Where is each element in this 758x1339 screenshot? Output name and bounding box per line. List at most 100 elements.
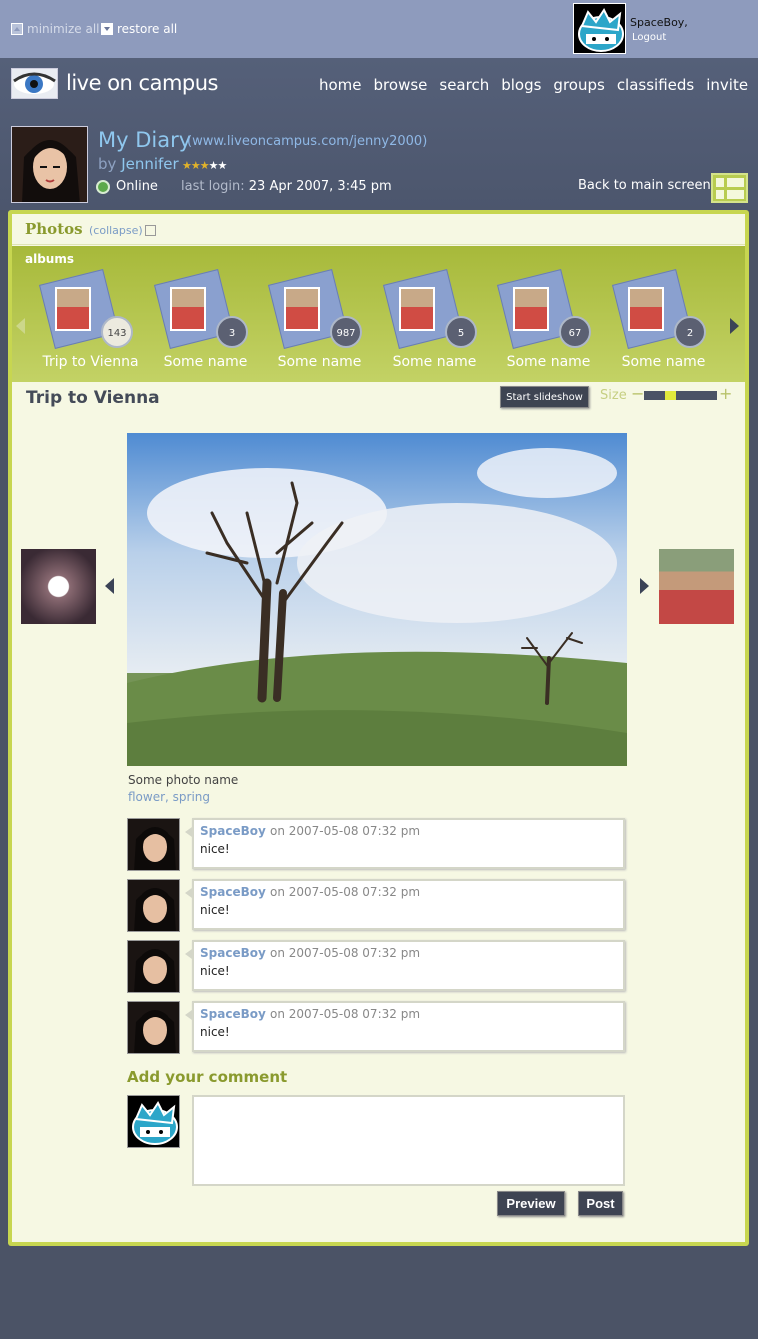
previous-photo-thumbnail[interactable] — [21, 549, 96, 624]
comment-bubble: SpaceBoy on 2007-05-08 07:32 pm nice! — [185, 940, 625, 991]
nav-search[interactable]: search — [439, 76, 489, 94]
author-name-link[interactable]: Jennifer — [121, 155, 179, 173]
logout-link[interactable]: Logout — [632, 32, 666, 43]
album-cover — [628, 287, 664, 331]
nav-groups[interactable]: groups — [553, 76, 604, 94]
album-item[interactable]: 987 Some name — [267, 268, 372, 378]
minimize-all-label: minimize all — [27, 22, 100, 36]
my-avatar — [127, 1095, 180, 1148]
rating-star-5: ★ — [217, 159, 228, 172]
comment-author-link[interactable]: SpaceBoy — [200, 824, 266, 838]
rating-star-4: ★ — [208, 159, 219, 172]
photos-panel: Photos (collapse) albums 143 Trip to Vie… — [8, 210, 749, 1246]
nav-classifieds[interactable]: classifieds — [617, 76, 694, 94]
back-to-main-link[interactable]: Back to main screen — [578, 178, 711, 193]
nav-blogs[interactable]: blogs — [501, 76, 541, 94]
rating-star-3: ★ — [199, 159, 210, 172]
album-cover — [399, 287, 435, 331]
tag-link[interactable]: flower — [128, 790, 165, 804]
post-button[interactable]: Post — [578, 1191, 623, 1216]
comment-author-link[interactable]: SpaceBoy — [200, 946, 266, 960]
album-count-badge: 2 — [674, 316, 706, 348]
photos-panel-body: Photos (collapse) albums 143 Trip to Vie… — [12, 214, 745, 1242]
diary-url-link[interactable]: (www.liveoncampus.com/jenny2000) — [187, 134, 427, 149]
size-increase-button[interactable]: + — [719, 384, 732, 403]
comment-avatar[interactable] — [127, 879, 180, 932]
previous-photo-arrow-icon[interactable] — [105, 578, 114, 594]
album-name: Some name — [163, 354, 248, 370]
comment-date: on 2007-05-08 07:32 pm — [269, 824, 421, 838]
restore-all-label: restore all — [117, 22, 178, 36]
album-item[interactable]: 5 Some name — [382, 268, 487, 378]
nav-home[interactable]: home — [319, 76, 362, 94]
comment-text: nice! — [200, 903, 230, 917]
brand-name[interactable]: live on campus — [66, 71, 218, 95]
album-item[interactable]: 143 Trip to Vienna — [38, 268, 143, 378]
comment-textarea[interactable] — [192, 1095, 625, 1186]
comment-author-link[interactable]: SpaceBoy — [200, 1007, 266, 1021]
last-login-label: last login: — [181, 179, 245, 194]
album-count-badge: 143 — [101, 316, 133, 348]
minimize-all-button[interactable]: minimize all — [11, 22, 100, 36]
online-status: Online — [116, 179, 158, 194]
eye-logo-icon[interactable] — [11, 68, 58, 99]
author-byline: by Jennifer — [98, 155, 179, 173]
size-slider-handle[interactable] — [665, 391, 676, 400]
albums-prev-arrow-icon[interactable] — [16, 318, 25, 334]
comment-item: SpaceBoy on 2007-05-08 07:32 pm nice! — [127, 879, 625, 932]
restore-all-button[interactable]: restore all — [101, 22, 177, 36]
add-comment-heading: Add your comment — [127, 1068, 288, 1086]
album-count-badge: 3 — [216, 316, 248, 348]
next-photo-thumbnail[interactable] — [659, 549, 734, 624]
profile-avatar[interactable] — [11, 126, 88, 203]
current-username: SpaceBoy, — [630, 16, 688, 29]
comment-bubble: SpaceBoy on 2007-05-08 07:32 pm nice! — [185, 879, 625, 930]
album-count-badge: 5 — [445, 316, 477, 348]
photos-title: Photos — [25, 220, 83, 238]
photos-header: Photos (collapse) — [12, 214, 745, 245]
nav-invite[interactable]: invite — [706, 76, 748, 94]
online-status-icon — [96, 180, 110, 194]
collapse-icon[interactable] — [145, 225, 156, 236]
current-user-avatar[interactable] — [573, 3, 626, 54]
comment-avatar[interactable] — [127, 818, 180, 871]
main-photo[interactable] — [127, 433, 627, 766]
comment-avatar[interactable] — [127, 1001, 180, 1054]
comment-item: SpaceBoy on 2007-05-08 07:32 pm nice! — [127, 818, 625, 871]
rating-star-2: ★ — [190, 159, 201, 172]
minimize-icon — [11, 23, 23, 35]
top-bar: minimize all restore all SpaceBoy, Logou… — [0, 0, 758, 58]
albums-next-arrow-icon[interactable] — [730, 318, 739, 334]
layout-grid-icon[interactable] — [711, 173, 748, 203]
size-slider[interactable] — [644, 391, 717, 400]
album-name: Some name — [392, 354, 477, 370]
album-name: Some name — [277, 354, 362, 370]
comment-author-link[interactable]: SpaceBoy — [200, 885, 266, 899]
comment-bubble: SpaceBoy on 2007-05-08 07:32 pm nice! — [185, 818, 625, 869]
comment-header: SpaceBoy on 2007-05-08 07:32 pm — [200, 946, 420, 960]
last-login: last login: 23 Apr 2007, 3:45 pm — [181, 179, 392, 194]
comment-header: SpaceBoy on 2007-05-08 07:32 pm — [200, 1007, 420, 1021]
album-name: Trip to Vienna — [42, 354, 139, 370]
diary-title: My Diary — [98, 128, 192, 152]
comment-text: nice! — [200, 842, 230, 856]
tag-link[interactable]: spring — [173, 790, 210, 804]
next-photo-arrow-icon[interactable] — [640, 578, 649, 594]
album-item[interactable]: 3 Some name — [153, 268, 258, 378]
start-slideshow-button[interactable]: Start slideshow — [500, 386, 589, 408]
photo-tags: flower, spring — [128, 790, 210, 804]
album-item[interactable]: 67 Some name — [496, 268, 601, 378]
tag-separator: , — [165, 790, 173, 804]
comment-avatar[interactable] — [127, 940, 180, 993]
album-name: Some name — [506, 354, 591, 370]
rating-stars: ★★★★★ — [182, 159, 228, 172]
comment-header: SpaceBoy on 2007-05-08 07:32 pm — [200, 885, 420, 899]
collapse-link[interactable]: (collapse) — [89, 224, 143, 237]
last-login-value: 23 Apr 2007, 3:45 pm — [248, 179, 392, 194]
preview-button[interactable]: Preview — [497, 1191, 565, 1216]
size-decrease-button[interactable]: − — [631, 384, 644, 403]
nav-browse[interactable]: browse — [374, 76, 428, 94]
photo-name: Some photo name — [128, 773, 239, 787]
album-cover — [55, 287, 91, 331]
album-item[interactable]: 2 Some name — [611, 268, 716, 378]
